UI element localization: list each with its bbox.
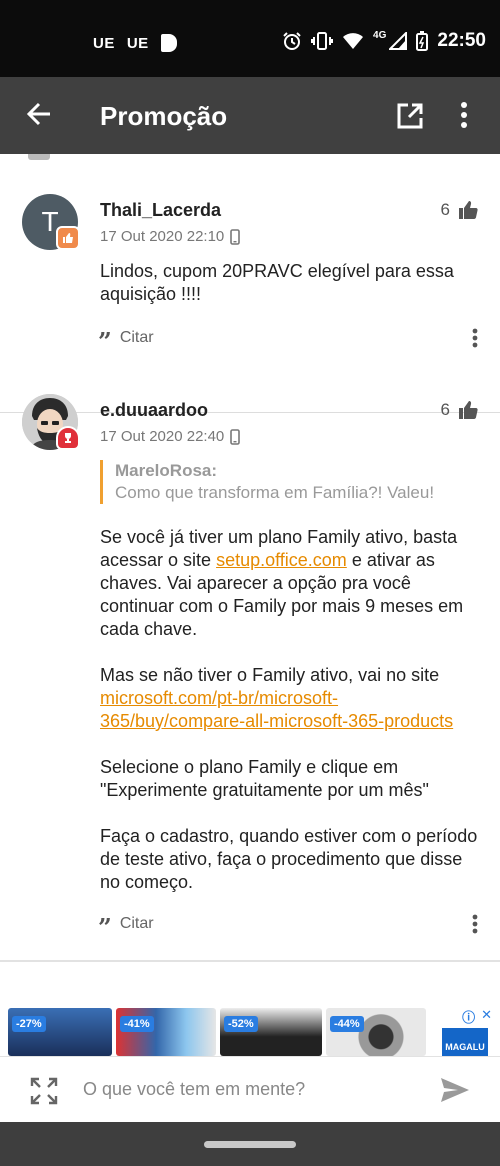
status-right: 4G 22:50 — [282, 30, 486, 52]
ad-product-image[interactable]: -41% — [116, 1008, 216, 1056]
page-title: Promoção — [100, 101, 228, 131]
comment-input-bar: O que você tem em mente? — [0, 1056, 500, 1122]
mobile-device-icon — [230, 428, 241, 445]
cite-label: Citar — [119, 329, 154, 346]
ad-info-controls: ⓘ ✕ — [462, 1007, 492, 1026]
comments-section-icon — [28, 154, 50, 160]
mobile-device-icon — [230, 228, 241, 245]
cite-button[interactable]: ” Citar — [98, 913, 154, 942]
more-vert-icon[interactable] — [472, 914, 478, 934]
like-count: 6 — [440, 200, 450, 219]
wifi-icon — [343, 33, 364, 49]
home-gesture-handle[interactable] — [204, 1141, 296, 1148]
discount-tag: -52% — [224, 1016, 258, 1032]
comment-actions: ” Citar — [98, 913, 478, 942]
trophy-badge-icon — [56, 426, 80, 450]
thumbs-up-icon — [459, 201, 478, 219]
username[interactable]: Thali_Lacerda — [100, 200, 221, 221]
discount-tag: -41% — [120, 1016, 154, 1032]
divider — [0, 960, 500, 962]
expand-icon[interactable] — [30, 1077, 58, 1105]
comment-item: T Thali_Lacerda 17 Out 2020 22:10 6 Lind… — [0, 194, 500, 413]
timestamp-text: 17 Out 2020 22:40 — [100, 428, 225, 445]
open-external-icon[interactable] — [397, 103, 423, 129]
signal-icon — [389, 32, 408, 50]
comment-actions: ” Citar — [98, 327, 478, 356]
carrier-label-2: UE — [126, 34, 149, 52]
discount-tag: -27% — [12, 1016, 46, 1032]
avatar[interactable] — [22, 394, 80, 450]
quoted-comment: MareloRosa: Como que transforma em Famíl… — [100, 460, 485, 504]
app-bar: Promoção — [0, 77, 500, 154]
status-left: UE UE — [93, 34, 177, 52]
paragraph: Mas se não tiver o Family ativo, vai no … — [100, 664, 480, 733]
notification-b-icon — [160, 34, 177, 52]
comments-list: T Thali_Lacerda 17 Out 2020 22:10 6 Lind… — [0, 154, 500, 1004]
text: Mas se não tiver o Family ativo, vai no … — [100, 665, 440, 685]
thumbs-up-badge-icon — [56, 226, 80, 250]
section-header-peek — [28, 154, 50, 160]
quote-author[interactable]: MareloRosa: — [115, 460, 485, 482]
ad-product-image[interactable]: -27% — [8, 1008, 112, 1056]
like-button[interactable]: 6 — [441, 400, 478, 420]
network-label: 4G — [373, 29, 387, 41]
ad-product-image[interactable]: -44% — [326, 1008, 426, 1056]
timestamp: 17 Out 2020 22:40 — [100, 428, 241, 445]
link-microsoft-compare[interactable]: microsoft.com/pt-br/microsoft-365/buy/co… — [100, 688, 453, 731]
username[interactable]: e.duuaardoo — [100, 400, 208, 421]
quote-icon: ” — [98, 913, 112, 942]
quote-text: Como que transforma em Família?! Valeu! — [115, 483, 435, 502]
alarm-icon — [283, 32, 301, 50]
comment-body: Lindos, cupom 20PRAVC elegível para essa… — [100, 261, 454, 304]
like-button[interactable]: 6 — [441, 200, 478, 220]
clock: 22:50 — [437, 30, 486, 51]
ad-banner[interactable]: -27% -41% -52% -44% ⓘ ✕ MAGALU — [0, 1004, 500, 1056]
like-count: 6 — [440, 400, 450, 419]
cite-label: Citar — [119, 915, 154, 932]
carrier-label-1: UE — [93, 34, 115, 52]
system-nav-bar — [0, 1122, 500, 1166]
thumbs-up-icon — [459, 401, 478, 419]
ad-product-image[interactable]: -52% — [220, 1008, 322, 1056]
more-vert-icon[interactable] — [472, 328, 478, 348]
vibrate-icon — [311, 32, 334, 50]
discount-tag: -44% — [330, 1016, 364, 1032]
comment-body: Se você já tiver um plano Family ativo, … — [100, 526, 480, 917]
paragraph: Selecione o plano Family e clique em "Ex… — [100, 757, 429, 800]
paragraph: Se você já tiver um plano Family ativo, … — [100, 526, 480, 641]
cite-button[interactable]: ” Citar — [98, 327, 154, 356]
paragraph: Faça o cadastro, quando estiver com o pe… — [100, 826, 478, 892]
more-vert-icon[interactable] — [460, 102, 468, 128]
comment-input[interactable]: O que você tem em mente? — [83, 1079, 305, 1100]
ad-brand-logo[interactable]: MAGALU — [442, 1028, 488, 1056]
ad-info-icon[interactable]: ⓘ — [462, 1007, 475, 1026]
back-arrow-icon[interactable] — [26, 101, 52, 127]
link-setup-office[interactable]: setup.office.com — [216, 550, 347, 570]
comment-item: e.duuaardoo 17 Out 2020 22:40 6 MareloRo… — [0, 394, 500, 954]
quote-icon: ” — [98, 327, 112, 356]
timestamp-text: 17 Out 2020 22:10 — [100, 228, 225, 245]
ad-close-icon[interactable]: ✕ — [481, 1007, 492, 1026]
battery-icon — [416, 31, 429, 51]
send-icon[interactable] — [440, 1077, 470, 1103]
status-bar: UE UE 4G 22:50 — [0, 0, 500, 77]
timestamp: 17 Out 2020 22:10 — [100, 228, 241, 245]
avatar[interactable]: T — [22, 194, 80, 250]
